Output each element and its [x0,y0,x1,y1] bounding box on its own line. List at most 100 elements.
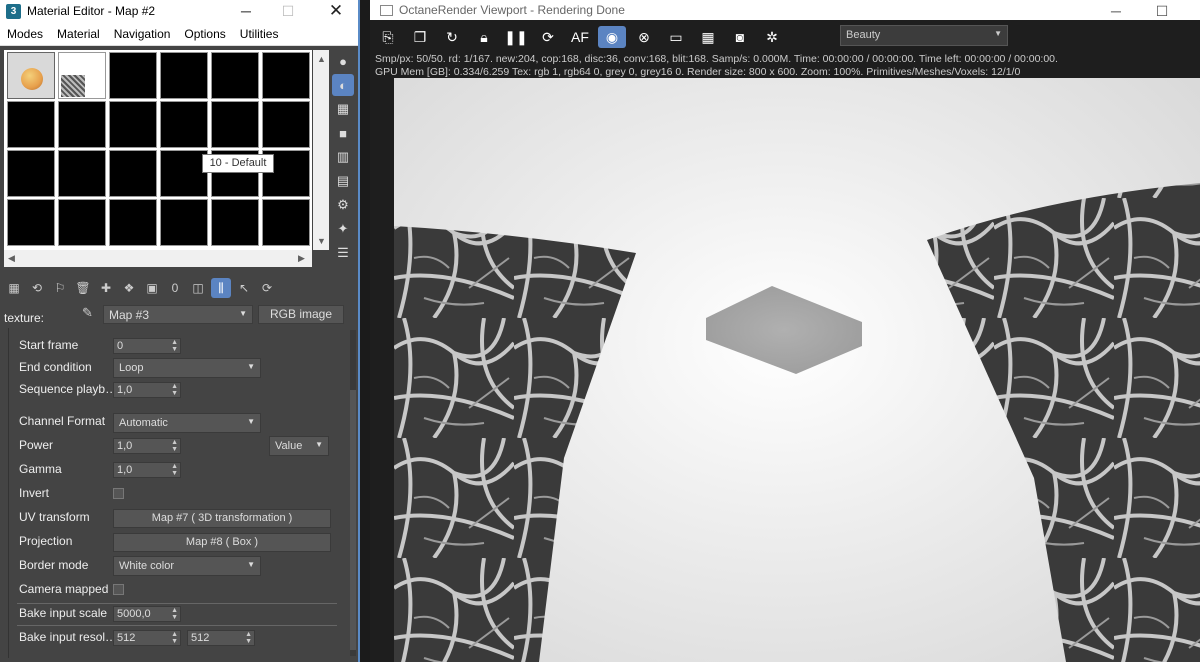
sample-slot[interactable] [58,199,106,246]
spinner-arrows-icon[interactable]: ▲ ▼ [171,631,178,645]
backlight-icon[interactable]: ◐ [332,74,354,96]
settings-gear-icon[interactable]: ✲ [758,26,786,48]
go-to-parent-icon[interactable]: ↖ [234,278,254,298]
video-color-check-icon[interactable]: ▥ [332,146,354,168]
save-image-icon[interactable]: ⎘ [374,26,402,48]
copy-image-icon[interactable]: ❐ [406,26,434,48]
show-shaded-map-icon[interactable]: ◫ [188,278,208,298]
sample-slot[interactable] [160,101,208,148]
uv-transform-map-button[interactable]: Map #7 ( 3D transformation ) [113,509,331,528]
menu-utilities[interactable]: Utilities [233,27,286,41]
make-copy-icon[interactable]: ✚ [96,278,116,298]
spinner-arrows-icon[interactable]: ▲ ▼ [171,439,178,453]
end-condition-select[interactable]: Loop ▼ [113,358,261,378]
background-checker-icon[interactable]: ▦ [332,98,354,120]
film-region-icon[interactable]: ▦ [694,26,722,48]
select-by-material-icon[interactable]: ✦ [332,218,354,240]
scroll-down-icon[interactable]: ▼ [317,236,326,246]
make-preview-icon[interactable]: ▤ [332,170,354,192]
pause-icon[interactable]: ❚❚ [502,26,530,48]
spinner-arrows-icon[interactable]: ▲ ▼ [171,463,178,477]
put-to-library-icon[interactable]: ▣ [142,278,162,298]
sample-slot[interactable] [211,101,259,148]
sample-slot[interactable] [109,101,157,148]
power-mode-select[interactable]: Value ▼ [269,436,329,456]
options-icon[interactable]: ⚙ [332,194,354,216]
projection-map-button[interactable]: Map #8 ( Box ) [113,533,331,552]
show-end-result-icon[interactable]: ⫼ [211,278,231,298]
reset-map-icon[interactable]: 🗑 [73,278,93,298]
minimize-icon[interactable]: ─ [224,0,268,22]
map-name-dropdown[interactable]: Map #3 ▼ [103,305,253,324]
slots-horizontal-scrollbar[interactable]: ◀ ▶ [4,250,312,267]
menu-material[interactable]: Material [50,27,107,41]
maximize-icon[interactable]: ☐ [266,0,310,22]
color-picker-icon[interactable]: ◉ [598,26,626,48]
sample-slot[interactable] [262,52,310,99]
material-id-channel-icon[interactable]: 0 [165,278,185,298]
menu-options[interactable]: Options [177,27,232,41]
sample-slot[interactable] [262,101,310,148]
sample-slot[interactable] [7,101,55,148]
sample-slot[interactable] [160,52,208,99]
start-frame-spinner[interactable]: 0 ▲ ▼ [113,338,181,354]
go-forward-sibling-icon[interactable]: ⟳ [257,278,277,298]
sample-slot[interactable] [211,52,259,99]
sample-slot[interactable] [211,199,259,246]
sample-type-sphere-icon[interactable]: ● [332,50,354,72]
sample-slot[interactable] [7,52,55,99]
auto-focus-icon[interactable]: AF [566,26,594,48]
sample-slot[interactable] [262,199,310,246]
material-navigator-icon[interactable]: ☰ [332,242,354,264]
make-unique-icon[interactable]: ❖ [119,278,139,298]
spinner-arrows-icon[interactable]: ▲ ▼ [171,607,178,621]
menu-navigation[interactable]: Navigation [107,27,178,41]
eyedropper-icon[interactable]: ✎ [82,305,93,321]
bake-resolution-height-spinner[interactable]: 512 ▲ ▼ [187,630,255,646]
sample-slot[interactable] [58,52,106,99]
menu-modes[interactable]: Modes [0,27,50,41]
spinner-arrows-icon[interactable]: ▲ ▼ [245,631,252,645]
lock-icon[interactable]: 🔒︎ [470,26,498,48]
assign-material-icon[interactable]: ⚐ [50,278,70,298]
invert-checkbox[interactable] [113,488,124,499]
sample-slot[interactable] [7,150,55,197]
sample-slot[interactable] [160,199,208,246]
restart-render-icon[interactable]: ↻ [438,26,466,48]
recompile-icon[interactable]: ⟳ [534,26,562,48]
map-type-button[interactable]: RGB image [258,305,344,324]
sample-slot[interactable] [109,52,157,99]
camera-icon[interactable]: ◙ [726,26,754,48]
get-material-icon[interactable]: ▦ [4,278,24,298]
sample-slot[interactable] [58,101,106,148]
material-picker-icon[interactable]: ⊗ [630,26,658,48]
sequence-playback-spinner[interactable]: 1,0 ▲ ▼ [113,382,181,398]
sample-slot[interactable] [160,150,208,197]
spinner-arrows-icon[interactable]: ▲ ▼ [171,383,178,397]
bake-input-scale-spinner[interactable]: 5000,0 ▲ ▼ [113,606,181,622]
channel-format-select[interactable]: Automatic ▼ [113,413,261,433]
power-spinner[interactable]: 1,0 ▲ ▼ [113,438,181,454]
close-icon[interactable]: ✕ [314,0,358,22]
scroll-up-icon[interactable]: ▲ [317,54,326,64]
slots-vertical-scrollbar[interactable]: ▲ ▼ [313,50,329,250]
scroll-left-icon[interactable]: ◀ [8,253,15,264]
sample-slot[interactable] [58,150,106,197]
sample-slot[interactable] [109,150,157,197]
bake-resolution-width-spinner[interactable]: 512 ▲ ▼ [113,630,181,646]
sample-slot[interactable] [109,199,157,246]
scroll-right-icon[interactable]: ▶ [298,253,305,264]
rollout-scrollbar[interactable] [350,330,356,656]
border-mode-select[interactable]: White color ▼ [113,556,261,576]
region-render-icon[interactable]: ▭ [662,26,690,48]
camera-mapped-checkbox[interactable] [113,584,124,595]
put-to-scene-icon[interactable]: ⟲ [27,278,47,298]
render-pass-dropdown[interactable]: Beauty ▼ [840,25,1008,46]
sample-slot[interactable] [7,199,55,246]
spinner-arrows-icon[interactable]: ▲ ▼ [171,339,178,353]
minimize-icon[interactable]: ─ [1094,0,1138,22]
gamma-spinner[interactable]: 1,0 ▲ ▼ [113,462,181,478]
rollout-scroll-thumb[interactable] [350,390,356,650]
uv-tiling-icon[interactable]: ■ [332,122,354,144]
render-image[interactable] [394,78,1200,662]
